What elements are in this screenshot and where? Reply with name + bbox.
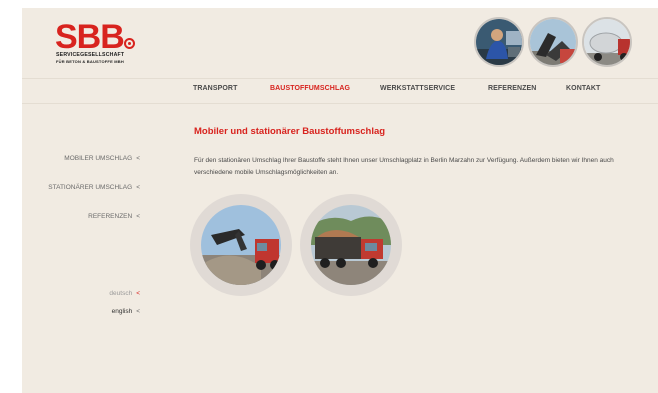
arrow-left-icon: < bbox=[136, 290, 140, 297]
language-label: english bbox=[111, 308, 133, 315]
arrow-left-icon: < bbox=[136, 155, 140, 162]
nav-item-transport[interactable]: TRANSPORT bbox=[193, 85, 237, 92]
logo-subtitle-line1: SERVICEGESELLSCHAFT bbox=[56, 52, 125, 58]
header: SBB SERVICEGESELLSCHAFT FÜR BETON & BAUS… bbox=[22, 8, 658, 78]
page-title: Mobiler und stationärer Baustoffumschlag bbox=[194, 126, 386, 137]
sidebar-item-stationaerer-umschlag[interactable]: STATIONÄRER UMSCHLAG < bbox=[48, 184, 140, 191]
nav-item-baustoffumschlag[interactable]: BAUSTOFFUMSCHLAG bbox=[270, 85, 350, 92]
mixer-truck-icon bbox=[582, 17, 632, 67]
language-label: deutsch bbox=[109, 290, 133, 297]
arrow-left-icon: < bbox=[136, 184, 140, 191]
sidebar-item-label: MOBILER UMSCHLAG bbox=[64, 155, 133, 162]
sidebar-item-label: REFERENZEN bbox=[88, 213, 133, 220]
nav-item-kontakt[interactable]: KONTAKT bbox=[566, 85, 600, 92]
sbb-logo[interactable]: SBB SERVICEGESELLSCHAFT FÜR BETON & BAUS… bbox=[55, 18, 135, 71]
main-navigation: TRANSPORT BAUSTOFFUMSCHLAG WERKSTATTSERV… bbox=[22, 78, 658, 104]
excavator-loading-truck-icon bbox=[201, 205, 281, 285]
nav-item-werkstattservice[interactable]: WERKSTATTSERVICE bbox=[380, 85, 455, 92]
excavator-icon bbox=[528, 17, 578, 67]
sidebar-item-label: STATIONÄRER UMSCHLAG bbox=[48, 184, 133, 191]
page: SBB SERVICEGESELLSCHAFT FÜR BETON & BAUS… bbox=[22, 8, 658, 393]
nav-item-referenzen[interactable]: REFERENZEN bbox=[488, 85, 536, 92]
photo-truck-bulk-goods[interactable] bbox=[300, 194, 402, 296]
photo-excavator-loading-truck[interactable] bbox=[190, 194, 292, 296]
truck-bulk-goods-icon bbox=[311, 205, 391, 285]
logo-subtitle-line2: FÜR BETON & BAUSTOFFE MBH bbox=[56, 59, 124, 64]
logo-target-icon bbox=[124, 38, 135, 49]
mechanic-icon bbox=[474, 17, 524, 67]
language-deutsch[interactable]: deutsch < bbox=[109, 290, 140, 297]
arrow-left-icon: < bbox=[136, 213, 140, 220]
language-english[interactable]: english < bbox=[112, 308, 140, 315]
logo-letters: SBB bbox=[55, 18, 125, 56]
arrow-left-icon: < bbox=[136, 308, 140, 315]
sidebar-item-referenzen[interactable]: REFERENZEN < bbox=[88, 213, 140, 220]
sidebar-item-mobiler-umschlag[interactable]: MOBILER UMSCHLAG < bbox=[64, 155, 140, 162]
intro-text: Für den stationären Umschlag Ihrer Baust… bbox=[194, 157, 614, 176]
